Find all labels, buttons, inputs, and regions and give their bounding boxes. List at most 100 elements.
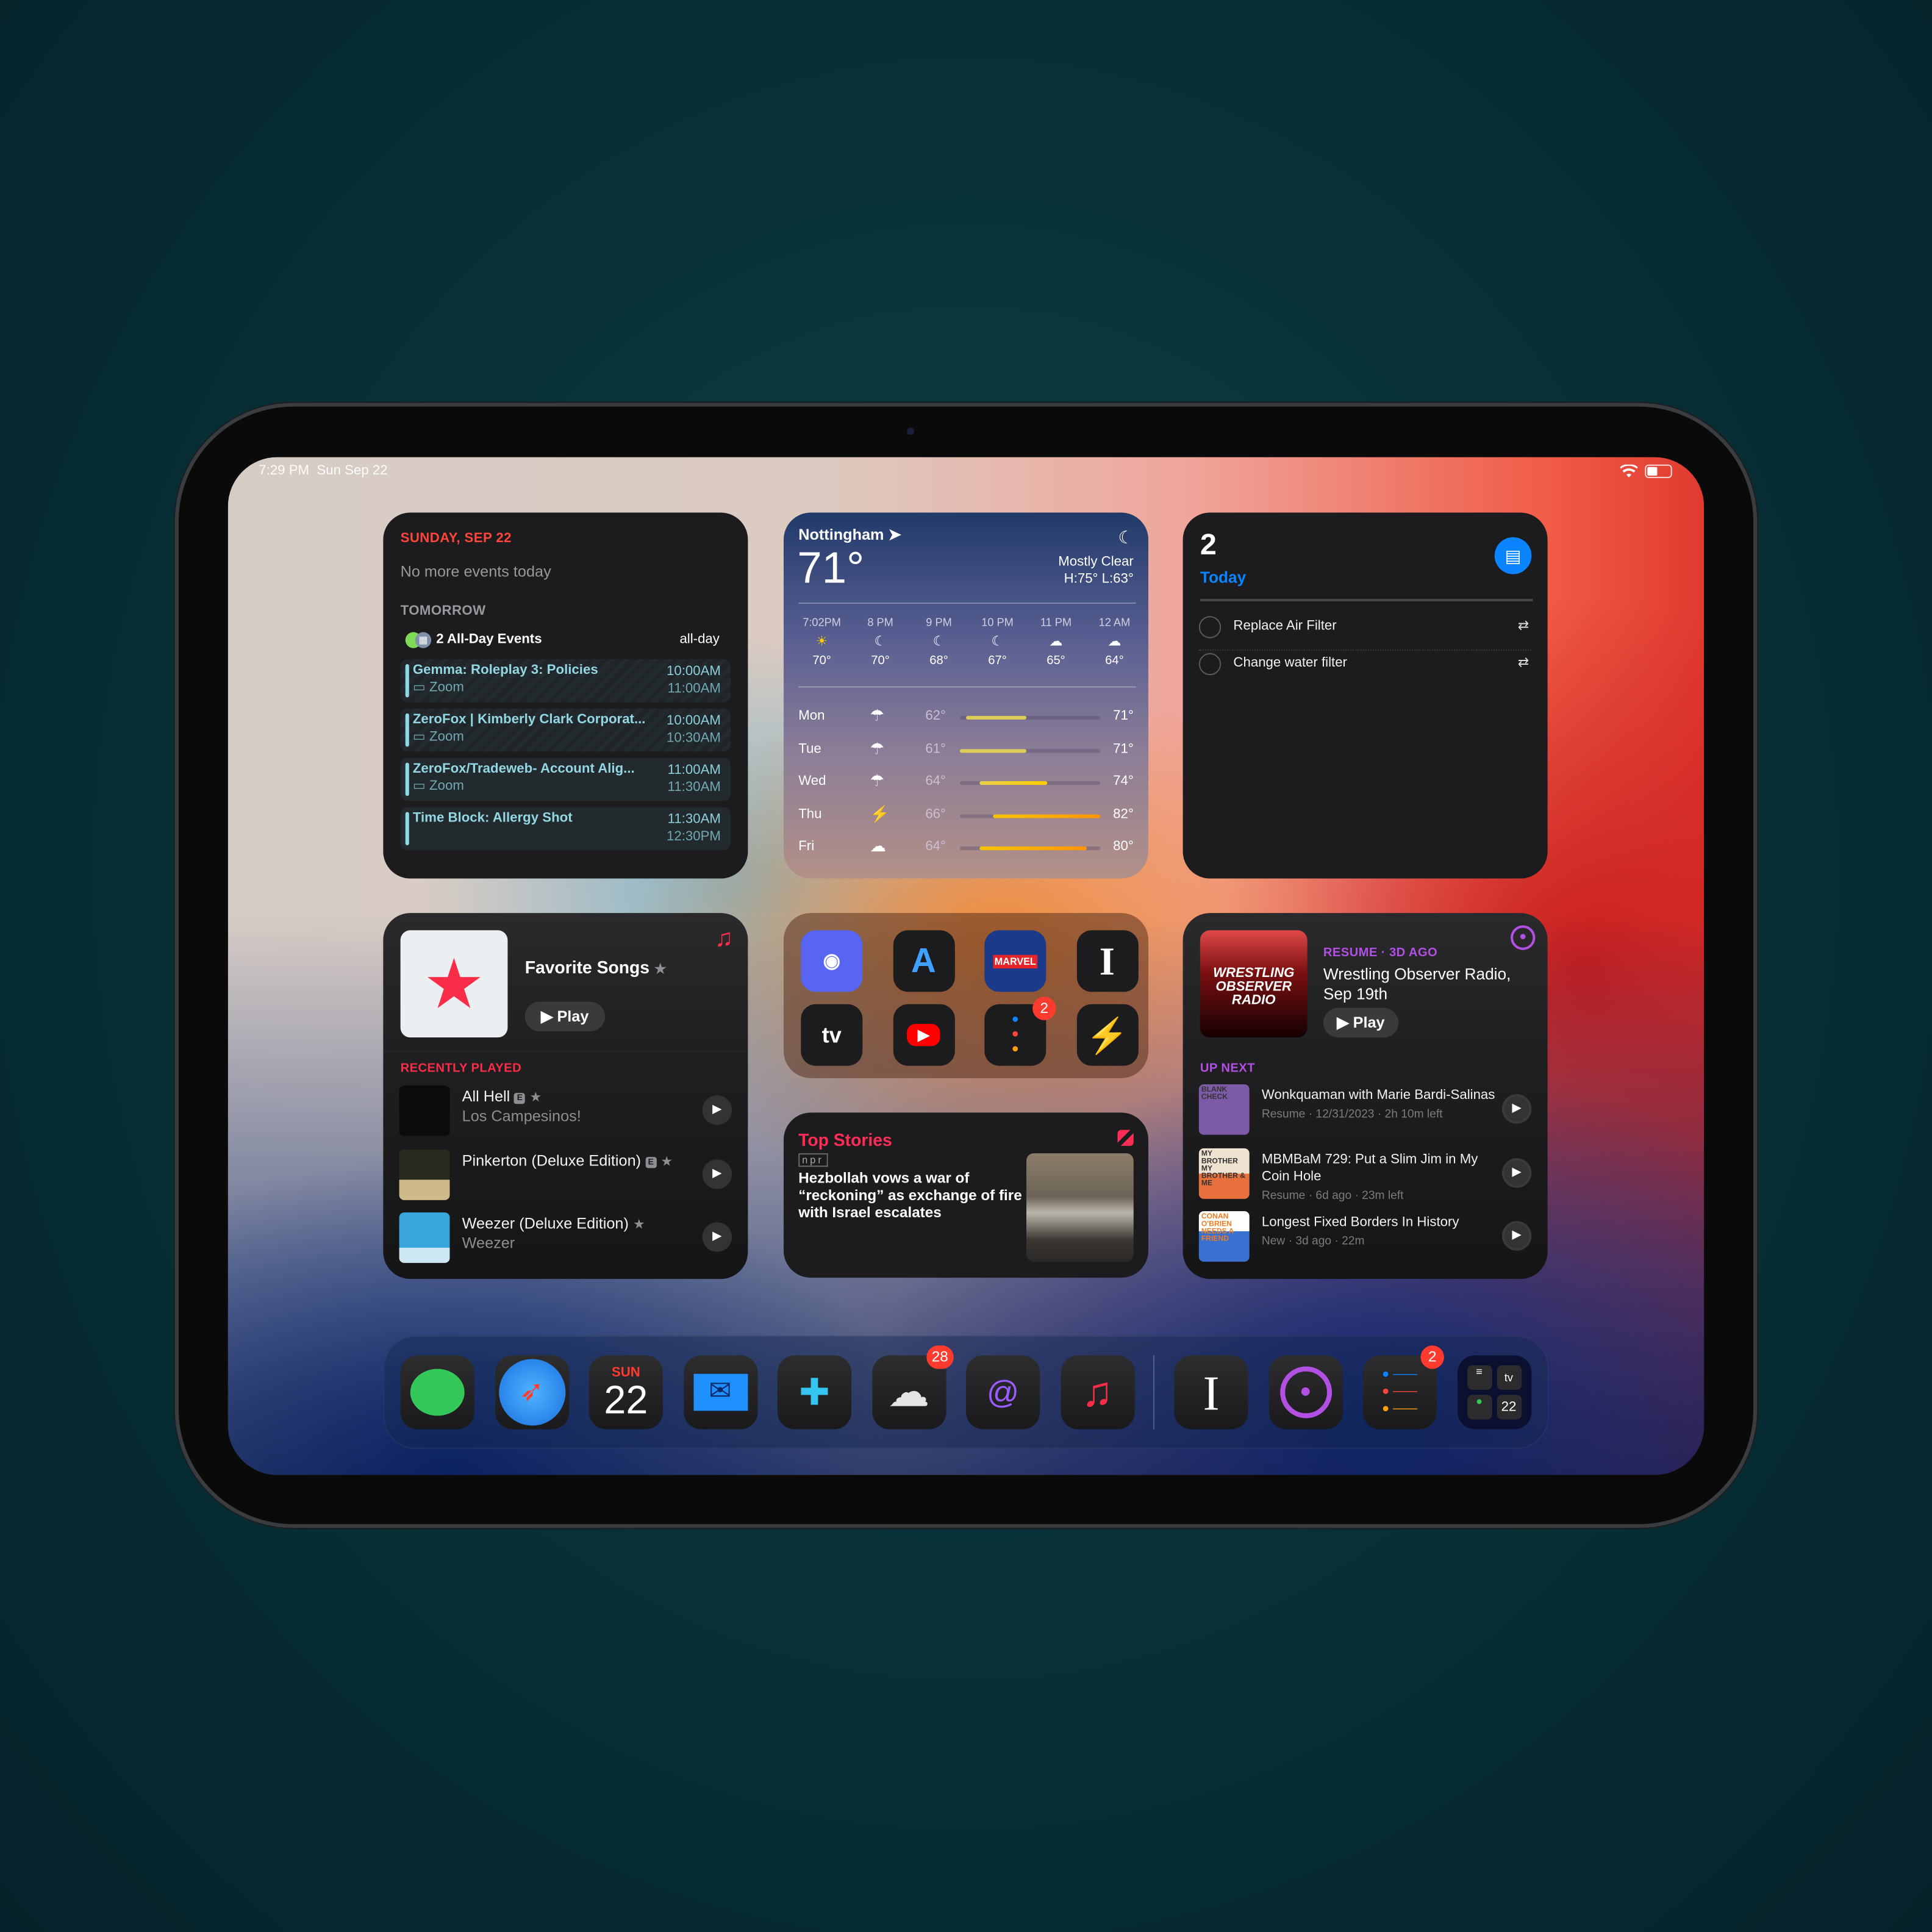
weather-hilo: H:75° L:63° <box>1064 571 1134 587</box>
calendar-event[interactable]: Gemma: Roleplay 3: Policies ▭ Zoom 10:00… <box>400 659 731 703</box>
weather-temp: 71° <box>797 542 865 593</box>
all-day-events-label[interactable]: 2 All-Day Events <box>436 632 542 646</box>
calendar-date: 22 <box>604 1376 648 1422</box>
calendar-event[interactable]: ZeroFox/Tradeweb- Account Alig... ▭ Zoom… <box>400 757 731 801</box>
moon-icon: ☾ <box>932 634 945 649</box>
reminders-widget[interactable]: 2 Today ▤ Replace Air Filter ⇄ Change wa… <box>1182 512 1548 879</box>
daily-forecast: Wed ☂ 64° 74° <box>798 771 1134 796</box>
play-button[interactable]: ▶ <box>702 1159 732 1189</box>
episode-title[interactable]: Wrestling Observer Radio, Sep 19th <box>1323 965 1533 1004</box>
no-events-text: No more events today <box>400 563 551 581</box>
dock-app-library-icon[interactable]: ≡ tv ● 22 <box>1457 1355 1531 1429</box>
event-title: Gemma: Roleplay 3: Policies <box>412 662 598 678</box>
repeat-icon: ⇄ <box>1517 655 1530 671</box>
podcast-play-button[interactable]: ▶ Play <box>1323 1007 1398 1038</box>
play-button[interactable]: ▶ <box>1501 1221 1532 1251</box>
hourly-forecast: 8 PM ☾ 70° <box>852 616 909 668</box>
calendar-event[interactable]: Time Block: Allergy Shot 11:30AM 12:30PM <box>400 807 731 851</box>
recent-song[interactable]: Weezer (Deluxe Edition) ★ Weezer ▶ <box>399 1212 735 1267</box>
music-widget[interactable]: ★ Favorite Songs ★ ▶ Play ♫ RECENTLY PLA… <box>383 913 748 1279</box>
dock-slack-icon[interactable]: ✚ <box>777 1355 852 1429</box>
dock-instapaper-icon[interactable]: I <box>1174 1355 1248 1429</box>
video-icon: ▭ <box>412 729 426 745</box>
hourly-forecast: 11 PM ☁ 65° <box>1028 616 1084 668</box>
weather-city: Nottingham ➤ <box>798 526 901 543</box>
dock-podcasts-icon[interactable]: ● <box>1268 1355 1343 1429</box>
dock-music-icon[interactable]: ♫ <box>1060 1355 1134 1429</box>
recently-played-label: RECENTLY PLAYED <box>400 1062 522 1076</box>
calendar-date-header: SUNDAY, SEP 22 <box>400 531 512 546</box>
dock-cloud-star-icon[interactable]: ☁ 28 <box>871 1345 953 1429</box>
repeat-icon: ⇄ <box>1517 618 1530 634</box>
apple-tv-icon[interactable]: tv <box>801 1004 863 1066</box>
list-icon[interactable]: ▤ <box>1494 537 1532 574</box>
dock-safari-icon[interactable]: ➶ <box>495 1355 569 1429</box>
event-times: 10:00AM 11:00AM <box>666 664 721 696</box>
recent-song[interactable]: All Hell E ★ Los Campesinos! ▶ <box>399 1085 735 1140</box>
calendar-widget[interactable]: SUNDAY, SEP 22 No more events today TOMO… <box>383 512 748 879</box>
marvel-icon[interactable]: MARVEL <box>984 930 1046 992</box>
up-next-episode[interactable]: BLANK CHECK Wonkquaman with Marie Bardi-… <box>1198 1084 1534 1139</box>
play-icon: ▶ <box>540 1007 553 1025</box>
reminder-item[interactable]: Replace Air Filter ⇄ <box>1198 614 1532 651</box>
reminder-checkbox[interactable] <box>1198 616 1222 639</box>
explicit-badge: E <box>514 1093 526 1104</box>
moon-icon: ☾ <box>874 634 887 649</box>
cloud-moon-icon: ☁ <box>1049 634 1063 649</box>
weather-condition: Mostly Clear <box>1058 554 1134 570</box>
event-title: Time Block: Allergy Shot <box>412 810 573 826</box>
discord-icon[interactable]: ◉ <box>801 930 863 992</box>
dock-messages-icon[interactable] <box>400 1355 474 1429</box>
daily-forecast: Mon ☂ 62° 71° <box>798 706 1134 731</box>
event-times: 10:00AM 10:30AM <box>666 713 721 746</box>
dock-calendar-icon[interactable]: SUN 22 <box>589 1355 663 1429</box>
dock-reminders-icon[interactable]: ● —— ● —— ● —— 2 <box>1362 1345 1444 1429</box>
recent-song[interactable]: Pinkerton (Deluxe Edition) E ★ ▶ <box>399 1149 735 1203</box>
status-date: Sun Sep 22 <box>317 463 388 478</box>
play-button[interactable]: ▶ <box>1501 1094 1532 1124</box>
event-title: ZeroFox | Kimberly Clark Corporat... <box>412 712 646 728</box>
temp-range-bar <box>966 715 1027 720</box>
up-next-episode[interactable]: MY BROTHER MY BROTHER & ME MBMBaM 729: P… <box>1198 1148 1534 1202</box>
moon-stars-icon: ☾ <box>1118 527 1134 548</box>
divider <box>1200 598 1533 601</box>
dock-mastodon-icon[interactable]: @ <box>965 1355 1040 1429</box>
star-icon: ★ <box>660 1154 673 1169</box>
hourly-forecast: 12 AM ☁ 64° <box>1086 616 1143 668</box>
news-image[interactable] <box>1026 1153 1134 1262</box>
weather-widget[interactable]: Nottingham ➤ 71° ☾ Mostly Clear H:75° L:… <box>783 512 1149 879</box>
album-artwork <box>399 1212 450 1263</box>
playlist-title[interactable]: Favorite Songs ★ <box>525 957 667 977</box>
reminder-item[interactable]: Change water filter ⇄ <box>1198 651 1532 688</box>
up-next-episode[interactable]: CONAN O'BRIEN NEEDS A FRIEND Longest Fix… <box>1198 1211 1534 1265</box>
news-header: Top Stories <box>798 1129 892 1150</box>
moon-icon: ☾ <box>991 634 1004 649</box>
temp-range-track <box>959 715 1101 720</box>
dock-mail-icon[interactable]: ✉ <box>683 1355 757 1429</box>
news-widget[interactable]: Top Stories npr Hezbollah vows a war of … <box>783 1112 1149 1278</box>
episode-artwork[interactable]: WRESTLING OBSERVER RADIO <box>1200 930 1308 1038</box>
notification-badge: 28 <box>926 1345 953 1369</box>
bolt-icon[interactable]: ⚡ <box>1076 1004 1138 1066</box>
sunset-icon: ☀ <box>815 634 828 649</box>
instapaper-icon[interactable]: I <box>1076 930 1138 992</box>
reminders-icon[interactable]: ● ● ● 2 <box>984 996 1056 1066</box>
daily-forecast: Fri ☁ 64° 80° <box>798 837 1134 861</box>
play-button[interactable]: ▶ Play <box>524 1001 605 1032</box>
star-icon: ★ <box>632 1217 645 1233</box>
reminder-checkbox[interactable] <box>1198 653 1222 676</box>
status-bar-left: 7:29 PM Sun Sep 22 <box>259 463 387 478</box>
favorite-songs-artwork[interactable]: ★ <box>400 930 508 1038</box>
temp-range-track <box>959 814 1101 818</box>
podcasts-widget[interactable]: WRESTLING OBSERVER RADIO RESUME · 3D AGO… <box>1182 913 1548 1279</box>
calendar-event[interactable]: ZeroFox | Kimberly Clark Corporat... ▭ Z… <box>400 708 731 752</box>
news-headline[interactable]: Hezbollah vows a war of “reckoning” as e… <box>798 1169 1023 1221</box>
youtube-icon[interactable]: ▶ <box>892 1004 954 1066</box>
play-button[interactable]: ▶ <box>1501 1157 1532 1187</box>
play-button[interactable]: ▶ <box>702 1095 732 1125</box>
app-store-icon[interactable]: A <box>892 930 954 992</box>
podcast-artwork: BLANK CHECK <box>1198 1084 1250 1135</box>
play-button[interactable]: ▶ <box>702 1222 732 1252</box>
podcasts-icon: ● <box>1511 925 1536 950</box>
temp-range-bar <box>979 846 1087 851</box>
